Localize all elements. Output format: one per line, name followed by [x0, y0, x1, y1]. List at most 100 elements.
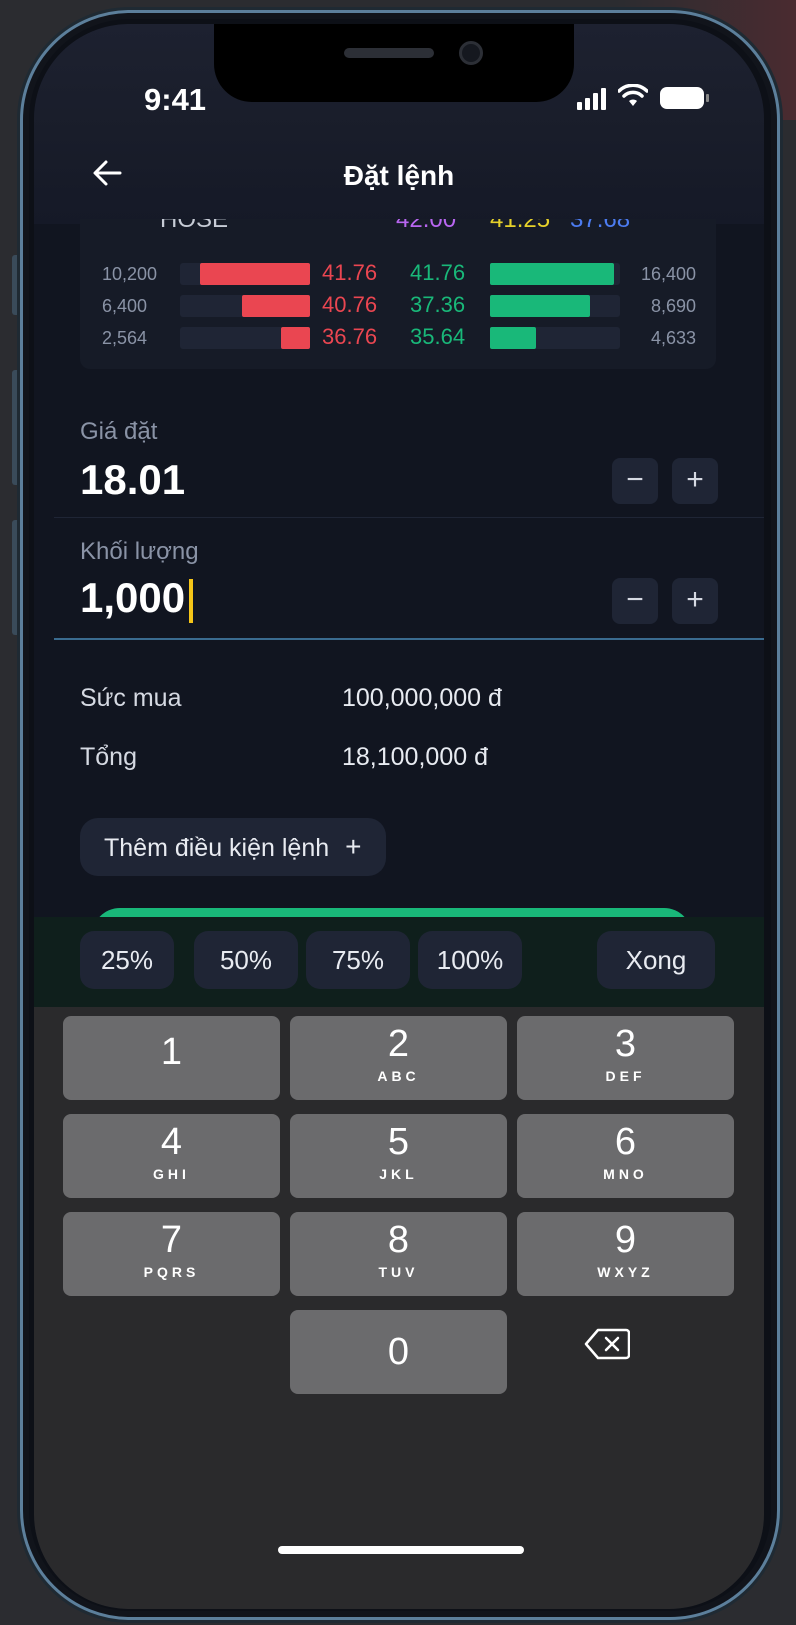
key-8[interactable]: 8 TUV — [290, 1212, 507, 1296]
add-condition-label: Thêm điều kiện lệnh — [104, 834, 330, 862]
percent-50-button[interactable]: 50% — [194, 931, 298, 989]
bid-bar — [281, 327, 310, 349]
volume-decrease-button[interactable]: − — [612, 578, 658, 624]
bid-bar-track — [180, 295, 310, 317]
ask-bar — [490, 263, 614, 285]
key-digit: 8 — [387, 1219, 410, 1261]
bid-quantity: 10,200 — [102, 264, 158, 284]
camera — [459, 41, 483, 65]
ask-quantity: 4,633 — [650, 328, 696, 348]
percent-25-button[interactable]: 25% — [80, 931, 174, 989]
volume-value-wrap[interactable]: 1,000 — [80, 574, 194, 623]
percent-100-button[interactable]: 100% — [418, 931, 522, 989]
active-field-underline — [54, 638, 764, 640]
done-button[interactable]: Xong — [597, 931, 715, 989]
key-digit: 7 — [160, 1219, 183, 1261]
ask-price: 37.36 — [410, 292, 466, 317]
volume-label: Khối lượng — [80, 538, 199, 565]
key-6[interactable]: 6 MNO — [517, 1114, 734, 1198]
key-digit: 0 — [387, 1331, 410, 1373]
exchange-label: HOSE — [160, 219, 229, 233]
key-3[interactable]: 3 DEF — [517, 1016, 734, 1100]
volume-value: 1,000 — [80, 574, 186, 621]
price-increase-button[interactable]: + — [672, 458, 718, 504]
ask-price: 35.64 — [410, 324, 466, 349]
speaker — [344, 48, 434, 58]
status-icons — [577, 83, 709, 111]
key-letters: PQRS — [143, 1264, 200, 1280]
phone-screen: 9:41 Đặt lệnh HOSE 42.00 41.25 37.68 10,… — [34, 24, 764, 1609]
notch — [214, 24, 574, 102]
order-book: HOSE 42.00 41.25 37.68 10,200 41.76 41.7… — [80, 219, 716, 369]
ask-quantity: 8,690 — [650, 296, 696, 316]
ask-bar-track — [490, 263, 620, 285]
key-7[interactable]: 7 PQRS — [63, 1212, 280, 1296]
order-book-row: 10,200 41.76 41.76 16,400 — [80, 259, 716, 289]
backspace-icon[interactable] — [584, 1327, 631, 1361]
add-condition-button[interactable]: Thêm điều kiện lệnh + — [80, 818, 386, 876]
key-letters: TUV — [378, 1264, 419, 1280]
home-indicator[interactable] — [278, 1546, 524, 1554]
price-decrease-button[interactable]: − — [612, 458, 658, 504]
buying-power-label: Sức mua — [80, 684, 182, 712]
key-digit: 9 — [614, 1219, 637, 1261]
key-digit: 2 — [387, 1023, 410, 1065]
bid-bar-track — [180, 327, 310, 349]
key-letters: WXYZ — [597, 1264, 654, 1280]
key-letters: MNO — [603, 1166, 648, 1182]
bid-bar — [199, 263, 310, 285]
key-digit: 5 — [387, 1121, 410, 1163]
side-button-mute — [12, 255, 20, 315]
volume-increase-button[interactable]: + — [672, 578, 718, 624]
battery-icon — [660, 86, 709, 109]
bid-quantity: 6,400 — [102, 296, 148, 316]
price-label: Giá đặt — [80, 418, 158, 445]
ask-quantity: 16,400 — [640, 264, 696, 284]
nav-bar: Đặt lệnh — [34, 134, 764, 224]
side-button-volume-up — [12, 370, 20, 485]
key-letters: GHI — [153, 1166, 190, 1182]
key-digit: 6 — [614, 1121, 637, 1163]
key-digit: 1 — [160, 1031, 183, 1073]
page-title: Đặt lệnh — [343, 160, 455, 191]
price-value[interactable]: 18.01 — [80, 456, 185, 504]
numeric-keypad: 1 2 ABC 3 DEF 4 GHI 5 JKL 6 MNO 7 PQRS 8 TUV 9 W… — [34, 1007, 764, 1609]
percent-toolbar: 25% 50% 75% 100% Xong — [34, 917, 764, 1007]
key-digit: 3 — [614, 1023, 637, 1065]
ask-price: 41.76 — [410, 260, 466, 285]
buying-power-value: 100,000,000 đ — [342, 684, 502, 712]
bid-price: 36.76 — [322, 324, 378, 349]
key-0[interactable]: 0 — [290, 1310, 507, 1394]
volume-field[interactable]: Khối lượng 1,000 − + — [34, 518, 764, 638]
status-bar: 9:41 — [34, 24, 764, 134]
price-field[interactable]: Giá đặt 18.01 − + — [34, 394, 764, 514]
plus-icon: + — [345, 831, 362, 862]
bid-bar-track — [180, 263, 310, 285]
key-letters: ABC — [377, 1068, 420, 1084]
key-2[interactable]: 2 ABC — [290, 1016, 507, 1100]
key-digit: 4 — [160, 1121, 183, 1163]
status-time: 9:41 — [144, 82, 207, 117]
wifi-icon — [617, 83, 649, 111]
total-value: 18,100,000 đ — [342, 743, 488, 771]
floor-price: 37.68 — [570, 219, 631, 233]
total-label: Tổng — [80, 743, 137, 771]
signal-icon — [577, 86, 606, 110]
bid-quantity: 2,564 — [102, 328, 148, 348]
percent-75-button[interactable]: 75% — [306, 931, 410, 989]
side-button-volume-down — [12, 520, 20, 635]
bid-price: 40.76 — [322, 292, 378, 317]
ask-bar — [490, 327, 536, 349]
key-4[interactable]: 4 GHI — [63, 1114, 280, 1198]
key-9[interactable]: 9 WXYZ — [517, 1212, 734, 1296]
key-5[interactable]: 5 JKL — [290, 1114, 507, 1198]
order-book-row: 6,400 40.76 37.36 8,690 — [80, 291, 716, 321]
bid-bar — [242, 295, 310, 317]
key-letters: JKL — [379, 1166, 418, 1182]
ask-bar-track — [490, 295, 620, 317]
order-book-row: 2,564 36.76 35.64 4,633 — [80, 323, 716, 353]
key-1[interactable]: 1 — [63, 1016, 280, 1100]
ask-bar-track — [490, 327, 620, 349]
bid-price: 41.76 — [322, 260, 378, 285]
text-caret — [189, 578, 194, 623]
